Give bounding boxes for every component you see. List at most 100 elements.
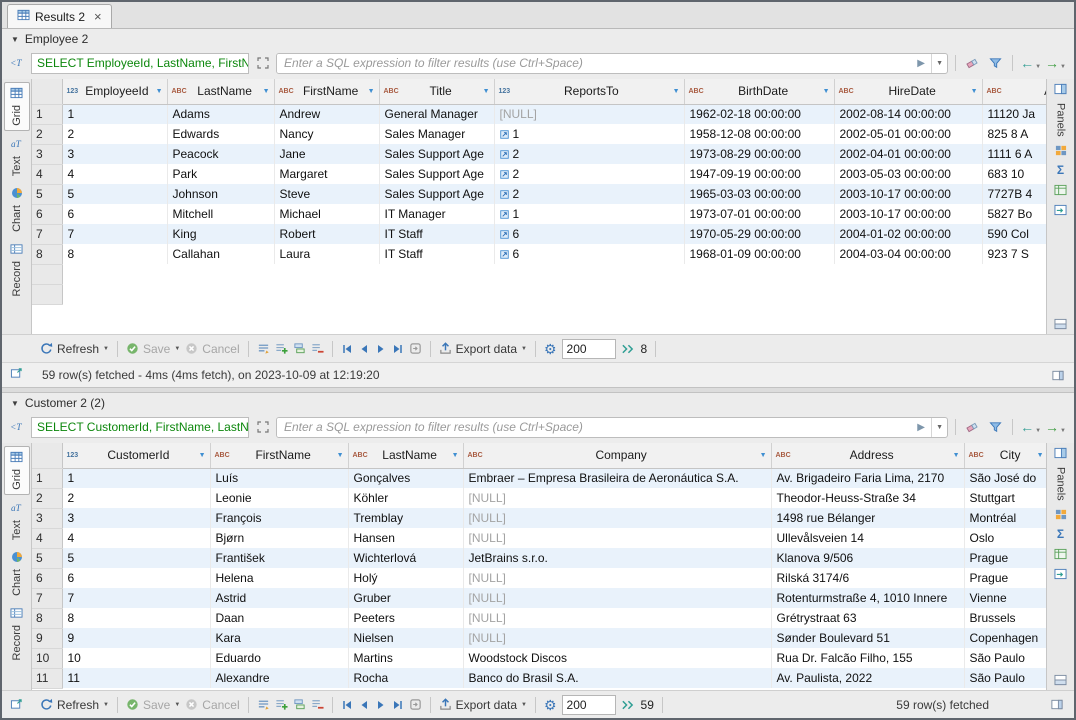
grid-cell[interactable]: 2 [494,164,684,184]
grid-cell[interactable]: Helena [210,568,348,588]
grid-cell[interactable]: Sales Support Age [379,164,494,184]
grid-cell[interactable]: Laura [274,244,379,264]
grid-cell[interactable]: François [210,508,348,528]
row-number[interactable]: 5 [32,548,62,568]
clear-filter-icon[interactable] [963,54,982,73]
foreign-key-link-icon[interactable] [500,148,509,162]
grid-cell[interactable]: 590 Col [982,224,1046,244]
row-number[interactable]: 3 [32,144,62,164]
grid-cell[interactable]: 825 8 A [982,124,1046,144]
grid-cell[interactable]: 5827 Bo [982,204,1046,224]
value-viewer-icon[interactable] [1055,145,1067,156]
next-row-button[interactable] [375,699,387,711]
side-tab-text[interactable]: aTText [4,498,30,544]
grid-cell[interactable]: Steve [274,184,379,204]
grid-cell[interactable]: [NULL] [463,488,771,508]
fetch-segment-button[interactable] [621,343,634,355]
references-icon[interactable] [1054,204,1067,216]
collapse-triangle-icon[interactable]: ▼ [11,35,19,44]
column-header-EmployeeId[interactable]: 123EmployeeId▼ [62,79,167,104]
grid-cell[interactable]: General Manager [379,104,494,124]
grid-cell[interactable]: [NULL] [463,508,771,528]
grid-cell[interactable]: Tremblay [348,508,463,528]
grid-cell[interactable]: Martins [348,648,463,668]
fetch-all-button[interactable] [409,698,422,711]
filter-expression-icon[interactable]: <T [8,418,27,437]
side-tab-grid[interactable]: Grid [4,446,30,495]
row-number[interactable]: 5 [32,184,62,204]
grid-cell[interactable]: Sales Manager [379,124,494,144]
row-number[interactable]: 3 [32,508,62,528]
sort-caret-icon[interactable]: ▼ [263,88,270,95]
grid-cell[interactable]: Grétrystraat 63 [771,608,964,628]
sort-caret-icon[interactable]: ▼ [971,88,978,95]
grid-cell[interactable]: Andrew [274,104,379,124]
grid-cell[interactable]: Callahan [167,244,274,264]
forward-arrow-icon[interactable]: →▼ [1045,56,1066,70]
grid-cell[interactable]: [NULL] [463,628,771,648]
grid-cell[interactable]: Embraer – Empresa Brasileira de Aeronáut… [463,468,771,488]
last-row-button[interactable] [392,699,404,711]
grid-cell[interactable]: 2002-08-14 00:00:00 [834,104,982,124]
apply-filter-icon[interactable]: ▶ [911,418,931,437]
grid-cell[interactable]: Leonie [210,488,348,508]
column-header-LastName[interactable]: ABCLastName▼ [167,79,274,104]
filter-menu-icon[interactable] [986,418,1005,437]
row-number[interactable]: 7 [32,224,62,244]
refresh-button[interactable]: Refresh▼ [40,698,109,712]
grid-cell[interactable]: Gonçalves [348,468,463,488]
grid-cell[interactable]: Rocha [348,668,463,688]
grid-cell[interactable]: 1973-07-01 00:00:00 [684,204,834,224]
save-button[interactable]: Save▼ [126,342,180,356]
clear-filter-icon[interactable] [963,418,982,437]
grid-cell[interactable]: Holý [348,568,463,588]
row-number[interactable]: 2 [32,124,62,144]
grid-cell[interactable]: 2002-04-01 00:00:00 [834,144,982,164]
grid-cell[interactable]: 1111 6 A [982,144,1046,164]
grid-cell[interactable]: Oslo [964,528,1046,548]
grid-cell[interactable]: Margaret [274,164,379,184]
grid-cell[interactable]: 6 [62,204,167,224]
grid-cell[interactable]: Nielsen [348,628,463,648]
grid-cell[interactable]: Adams [167,104,274,124]
filter-expression-icon[interactable]: <T [8,54,27,73]
grid-cell[interactable]: 1498 rue Bélanger [771,508,964,528]
column-header-Address[interactable]: ABCAddress▼ [982,79,1046,104]
row-number[interactable]: 6 [32,568,62,588]
grid-cell[interactable]: 9 [62,628,210,648]
grid-cell[interactable]: 8 [62,244,167,264]
grid-cell[interactable]: 3 [62,144,167,164]
filter-sql[interactable]: SELECT EmployeeId, LastName, FirstNa [31,53,249,74]
duplicate-row-button[interactable] [293,342,306,355]
forward-arrow-icon[interactable]: →▼ [1045,420,1066,434]
panel-layout-icon[interactable] [1054,318,1067,330]
side-tab-record[interactable]: Record [4,603,30,664]
column-header-Title[interactable]: ABCTitle▼ [379,79,494,104]
grid-cell[interactable]: Park [167,164,274,184]
grid-cell[interactable]: Sønder Boulevard 51 [771,628,964,648]
grid-cell[interactable]: 1973-08-29 00:00:00 [684,144,834,164]
grid-cell[interactable]: 2003-05-03 00:00:00 [834,164,982,184]
grid-cell[interactable]: 7 [62,224,167,244]
grid-cell[interactable]: 5 [62,548,210,568]
grid-cell[interactable]: 2003-10-17 00:00:00 [834,204,982,224]
grid-cell[interactable]: Alexandre [210,668,348,688]
panels-icon[interactable] [1054,83,1067,95]
export-data-button[interactable]: Export data▼ [439,698,527,712]
grid-cell[interactable]: 2002-05-01 00:00:00 [834,124,982,144]
grid-cell[interactable]: Peeters [348,608,463,628]
grid-cell[interactable]: 7727B 4 [982,184,1046,204]
first-row-button[interactable] [341,699,353,711]
grid-cell[interactable]: 2004-03-04 00:00:00 [834,244,982,264]
grid-cell[interactable]: 11120 Ja [982,104,1046,124]
chevron-down-icon[interactable]: ▼ [103,346,109,352]
apply-filter-icon[interactable]: ▶ [911,54,931,73]
grid-cell[interactable]: František [210,548,348,568]
grid-cell[interactable]: 1 [62,468,210,488]
column-header-BirthDate[interactable]: ABCBirthDate▼ [684,79,834,104]
grid-corner[interactable] [32,79,62,104]
grid-cell[interactable]: Köhler [348,488,463,508]
sort-caret-icon[interactable]: ▼ [673,88,680,95]
grid-cell[interactable]: 1965-03-03 00:00:00 [684,184,834,204]
metadata-icon[interactable] [1054,548,1067,560]
